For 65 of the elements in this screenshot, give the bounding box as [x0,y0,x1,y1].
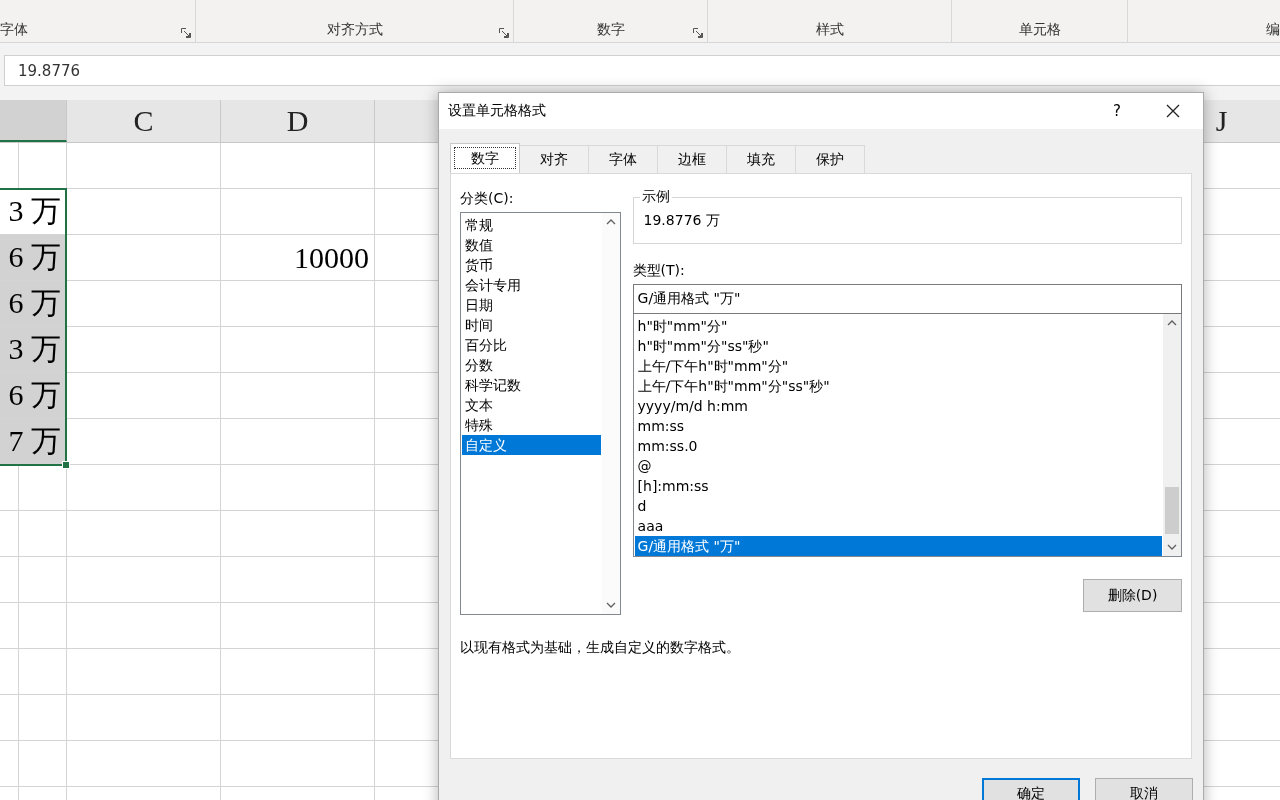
category-item[interactable]: 百分比 [462,335,601,355]
category-item[interactable]: 文本 [462,395,601,415]
category-item[interactable]: 特殊 [462,415,601,435]
description-text: 以现有格式为基础，生成自定义的数字格式。 [460,639,741,657]
tab[interactable]: 数字 [450,143,520,173]
close-icon [1166,104,1180,118]
column-header[interactable]: C [67,100,221,142]
category-item[interactable]: 会计专用 [462,275,601,295]
category-item[interactable]: 科学记数 [462,375,601,395]
dialog-button[interactable]: 确定 [982,778,1080,800]
format-item[interactable]: [h]:mm:ss [634,476,1162,496]
category-item[interactable]: 数值 [462,235,601,255]
scroll-up-icon[interactable] [605,219,616,225]
type-input[interactable]: G/通用格式 "万" [632,284,1182,314]
format-item[interactable]: d [634,496,1162,516]
ribbon-group-label: 编 [1266,21,1280,39]
sample-value: 19.8776 万 [643,211,721,230]
category-item[interactable]: 日期 [462,295,601,315]
fill-handle[interactable] [62,461,70,469]
type-label: 类型(T): [632,261,686,280]
format-item[interactable]: 上午/下午h"时"mm"分"ss"秒" [634,376,1162,396]
format-item[interactable]: G/通用格式 "万" [634,536,1162,556]
ribbon-group-label: 样式 [815,21,844,39]
format-item[interactable]: h"时"mm"分" [634,316,1162,336]
column-header[interactable] [0,100,67,142]
format-item[interactable]: mm:ss [634,416,1162,436]
ribbon-group-label: 单元格 [1018,21,1061,39]
table-cell: 7 万 [0,419,67,465]
scroll-down-icon[interactable] [1167,544,1177,550]
scroll-down-icon[interactable] [605,602,616,608]
tab[interactable]: 保护 [795,145,865,173]
category-item[interactable]: 货币 [462,255,601,275]
category-label: 分类(C): [460,189,515,208]
column-header[interactable]: D [221,100,375,142]
format-item[interactable]: 上午/下午h"时"mm"分" [634,356,1162,376]
format-item[interactable]: h"时"mm"分"ss"秒" [634,336,1162,356]
table-cell: 10000 [294,241,369,275]
window-title: 设置单元格格式 [448,102,547,120]
ribbon-group-label: 字体 [0,21,28,39]
format-list[interactable]: h"时"mm"分" h"时"mm"分"ss"秒" 上午/下午h"时"mm"分" 上午/下午h"时"mm"分"ss"秒" yyyy/m/d h:mm mm:ss mm:ss.0 @ [h]:mm:ss d aaa G/通用格式 "万" [632,314,1182,557]
dialog-button[interactable]: 取消 [1095,778,1193,800]
category-list[interactable]: 常规 数值 货币 会计专用 日期 时间 百分比 分数 科学记数 文本 特殊 自定义 [460,212,621,615]
table-cell: 6 万 [0,235,67,281]
format-item[interactable]: yyyy/m/d h:mm [634,396,1162,416]
delete-button[interactable]: 删除(D) [1083,579,1182,612]
formula-bar[interactable]: 19.8776 [4,55,1280,86]
category-item[interactable]: 常规 [462,215,601,235]
help-button[interactable]: ? [1091,101,1143,121]
table-cell: 6 万 [0,373,67,419]
format-item[interactable]: mm:ss.0 [634,436,1162,456]
scrollbar-thumb[interactable] [1165,487,1179,534]
table-cell: 6 万 [0,281,67,327]
category-item[interactable]: 自定义 [462,435,601,455]
category-item[interactable]: 分数 [462,355,601,375]
dialog-launcher-icon[interactable] [499,28,509,38]
ribbon-group-label: 对齐方式 [326,21,383,39]
dialog-launcher-icon[interactable] [181,28,191,38]
sample-label: 示例 [640,188,671,206]
dialog-launcher-icon[interactable] [693,28,703,38]
format-item[interactable]: @ [634,456,1162,476]
ribbon-group-label: 数字 [596,21,625,39]
format-item[interactable]: aaa [634,516,1162,536]
table-cell: 3 万 [0,327,67,373]
scroll-up-icon[interactable] [1167,320,1177,326]
category-item[interactable]: 时间 [462,315,601,335]
